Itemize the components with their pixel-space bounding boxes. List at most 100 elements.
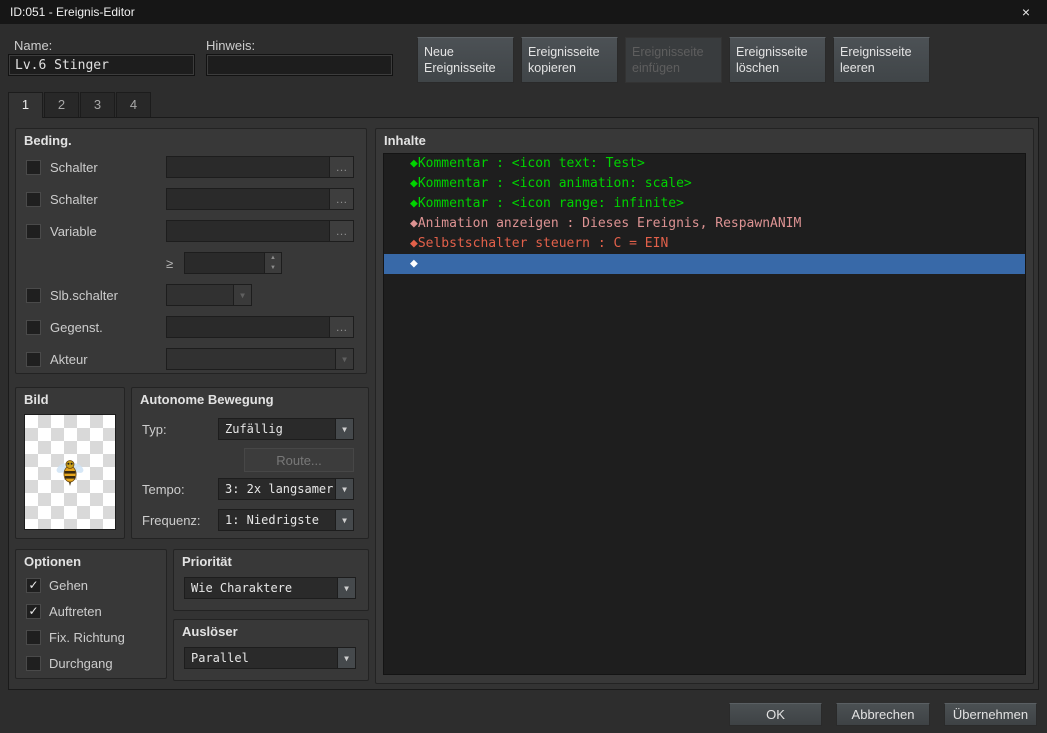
chevron-down-icon: ▼ [335, 419, 353, 439]
trigger-value: Parallel [191, 651, 249, 665]
movement-speed-value: 3: 2x langsamer [225, 482, 334, 496]
copy-event-page-button[interactable]: Ereignisseite kopieren [521, 37, 618, 83]
item-field: … [166, 316, 354, 338]
condition-self-switch-row: Slb.schalter ▼ [16, 279, 366, 311]
actor-label: Akteur [50, 351, 88, 367]
page-button-bar: Neue Ereignisseite Ereignisseite kopiere… [417, 37, 930, 83]
movement-speed-dropdown[interactable]: 3: 2x langsamer ▼ [218, 478, 354, 500]
through-checkbox[interactable] [26, 655, 41, 671]
actor-dropdown[interactable]: ▼ [166, 348, 354, 370]
switch1-label: Schalter [50, 159, 98, 175]
variable-field: … [166, 220, 354, 242]
close-button[interactable]: × [1015, 4, 1037, 20]
route-button[interactable]: Route... [244, 448, 354, 472]
variable-value [167, 221, 329, 241]
movement-frequency-dropdown[interactable]: 1: Niedrigste ▼ [218, 509, 354, 531]
tab-page-2[interactable]: 2 [44, 92, 79, 117]
condition-item-row: Gegenst. … [16, 311, 366, 343]
ok-button[interactable]: OK [729, 703, 822, 726]
walking-label: Gehen [49, 577, 89, 593]
item-label: Gegenst. [50, 319, 103, 335]
priority-value: Wie Charaktere [191, 581, 293, 595]
tab-page-3[interactable]: 3 [80, 92, 115, 117]
movement-speed-row: Tempo: 3: 2x langsamer ▼ [132, 478, 368, 500]
condition-switch2-row: Schalter … [16, 183, 366, 215]
contents-title: Inhalte [384, 133, 426, 148]
movement-frequency-row: Frequenz: 1: Niedrigste ▼ [132, 509, 368, 531]
page-tabs: 1 2 3 4 [8, 92, 152, 118]
variable-amount-spinner[interactable]: ▲ ▼ [184, 252, 282, 274]
event-editor-window: ID:051 - Ereignis-Editor × Name: Hinweis… [0, 0, 1047, 733]
spinner-up-icon[interactable]: ▲ [265, 253, 281, 263]
note-input[interactable] [206, 54, 393, 76]
name-label: Name: [14, 38, 53, 53]
event-command-list[interactable]: ◆Kommentar : <icon text: Test> ◆Kommentar… [383, 153, 1026, 675]
walking-checkbox[interactable] [26, 577, 41, 593]
item-value [167, 317, 329, 337]
bee-sprite-image [56, 460, 84, 486]
item-browse-button[interactable]: … [329, 317, 353, 337]
event-command-line[interactable]: ◆Selbstschalter steuern : C = EIN [384, 234, 1025, 254]
movement-type-value: Zufällig [225, 422, 283, 436]
movement-frequency-label: Frequenz: [142, 512, 201, 528]
trigger-title: Auslöser [182, 624, 238, 639]
condition-variable-row: Variable … [16, 215, 366, 247]
sprite-preview[interactable] [24, 414, 116, 530]
priority-dropdown[interactable]: Wie Charaktere ▼ [184, 577, 356, 599]
condition-actor-row: Akteur ▼ [16, 343, 366, 375]
image-title: Bild [24, 392, 49, 407]
new-event-page-button[interactable]: Neue Ereignisseite [417, 37, 514, 83]
apply-button[interactable]: Übernehmen [944, 703, 1037, 726]
condition-variable-amount-row: ≥ ▲ ▼ [16, 247, 366, 279]
through-label: Durchgang [49, 655, 113, 671]
note-label: Hinweis: [206, 38, 256, 53]
image-group: Bild [15, 387, 125, 539]
event-command-line[interactable]: ◆Animation anzeigen : Dieses Ereignis, R… [384, 214, 1025, 234]
event-command-line[interactable]: ◆Kommentar : <icon animation: scale> [384, 174, 1025, 194]
chevron-down-icon: ▼ [335, 479, 353, 499]
priority-title: Priorität [182, 554, 232, 569]
delete-event-page-button[interactable]: Ereignisseite löschen [729, 37, 826, 83]
variable-browse-button[interactable]: … [329, 221, 353, 241]
option-through-row: Durchgang [16, 650, 166, 676]
switch1-checkbox[interactable] [26, 159, 41, 175]
switch2-field: … [166, 188, 354, 210]
options-title: Optionen [24, 554, 82, 569]
close-icon: × [1021, 4, 1031, 20]
paste-event-page-button[interactable]: Ereignisseite einfügen [625, 37, 722, 83]
self-switch-checkbox[interactable] [26, 287, 41, 303]
movement-frequency-value: 1: Niedrigste [225, 513, 319, 527]
name-input[interactable] [8, 54, 195, 76]
stepping-label: Auftreten [49, 603, 102, 619]
stepping-checkbox[interactable] [26, 603, 41, 619]
switch2-checkbox[interactable] [26, 191, 41, 207]
switch2-label: Schalter [50, 191, 98, 207]
tab-page-1[interactable]: 1 [8, 92, 43, 118]
variable-label: Variable [50, 223, 97, 239]
trigger-dropdown[interactable]: Parallel ▼ [184, 647, 356, 669]
event-command-line[interactable]: ◆Kommentar : <icon text: Test> [384, 154, 1025, 174]
variable-operator-label: ≥ [166, 255, 174, 271]
direction-fix-label: Fix. Richtung [49, 629, 125, 645]
switch2-browse-button[interactable]: … [329, 189, 353, 209]
chevron-down-icon: ▼ [337, 648, 355, 668]
chevron-down-icon: ▼ [335, 349, 353, 369]
movement-type-label: Typ: [142, 421, 167, 437]
spinner-down-icon[interactable]: ▼ [265, 263, 281, 273]
event-command-line-selected[interactable]: ◆ [384, 254, 1025, 274]
variable-checkbox[interactable] [26, 223, 41, 239]
tab-page-4[interactable]: 4 [116, 92, 151, 117]
item-checkbox[interactable] [26, 319, 41, 335]
movement-group: Autonome Bewegung Typ: Zufällig ▼ Route.… [131, 387, 369, 539]
clear-event-page-button[interactable]: Ereignisseite leeren [833, 37, 930, 83]
direction-fix-checkbox[interactable] [26, 629, 41, 645]
movement-type-dropdown[interactable]: Zufällig ▼ [218, 418, 354, 440]
switch1-browse-button[interactable]: … [329, 157, 353, 177]
option-walking-row: Gehen [16, 572, 166, 598]
movement-type-row: Typ: Zufällig ▼ [132, 418, 368, 440]
self-switch-dropdown[interactable]: ▼ [166, 284, 252, 306]
event-command-line[interactable]: ◆Kommentar : <icon range: infinite> [384, 194, 1025, 214]
actor-checkbox[interactable] [26, 351, 41, 367]
spinner-arrows[interactable]: ▲ ▼ [264, 253, 281, 273]
cancel-button[interactable]: Abbrechen [836, 703, 930, 726]
